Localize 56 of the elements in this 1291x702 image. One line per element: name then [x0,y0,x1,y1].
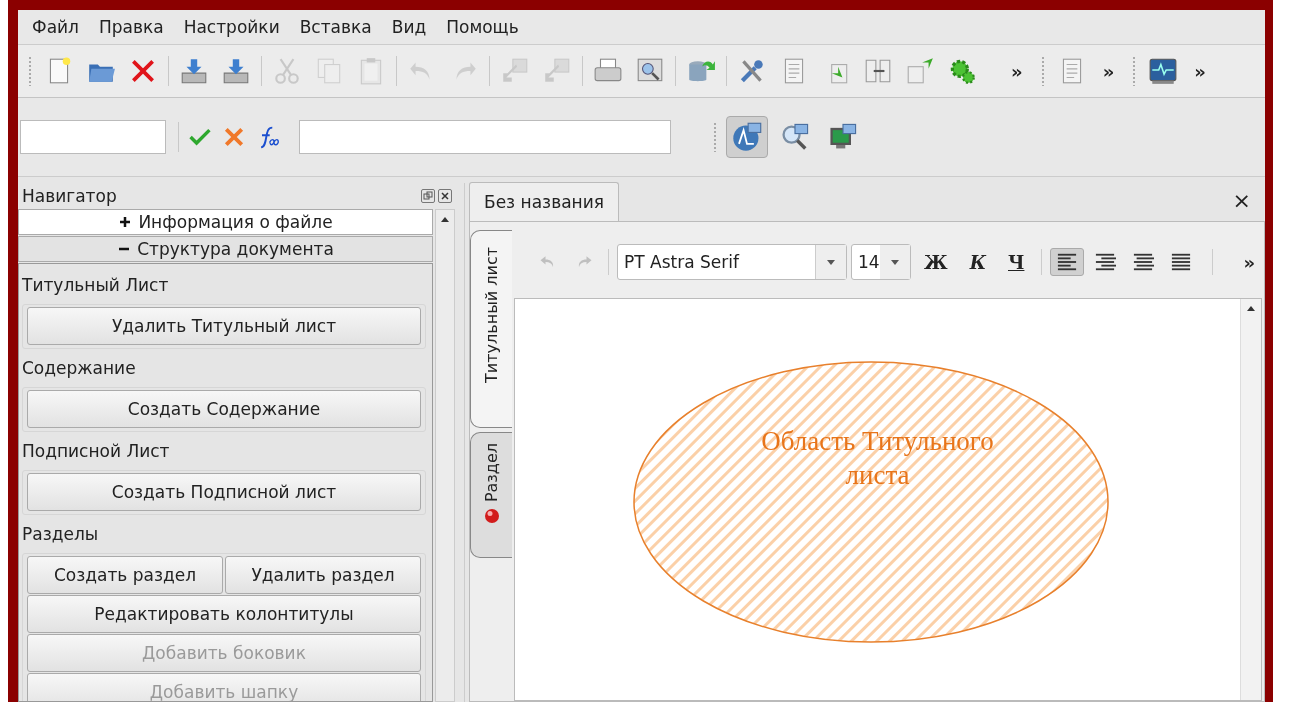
scrollbar[interactable] [1240,299,1261,700]
justify-icon [1170,252,1193,272]
more-button[interactable]: » [1102,60,1115,82]
formula-field[interactable] [299,120,671,154]
close-icon[interactable] [438,189,452,203]
section-header[interactable]: Структура документа [18,236,433,262]
status-dot-icon [483,508,500,525]
float-icon[interactable] [421,189,435,203]
panel-button[interactable]: Удалить Титульный лист [27,307,421,345]
size-combo[interactable]: 14 [851,244,911,280]
style-button[interactable]: К [960,248,995,276]
cancel-icon[interactable] [222,125,246,149]
panel-button[interactable]: Создать Содержание [27,390,421,428]
tray-arrow-icon [179,56,209,86]
menu-item[interactable]: Вид [381,17,437,37]
style-button[interactable]: Ж [915,248,957,276]
menu-item[interactable]: Файл [22,17,89,37]
panel-button[interactable]: Редактировать колонтитулы [27,595,421,633]
side-tab[interactable]: Титульный лист [470,230,512,428]
panel-button[interactable]: Удалить раздел [225,556,421,594]
group-label: Разделы [22,523,100,546]
menu-item[interactable]: Помощь [436,17,529,37]
scrollbar[interactable] [435,209,455,702]
panel-button[interactable]: Создать Подписной лист [27,473,421,511]
view-button[interactable] [726,116,768,158]
document-tab[interactable]: Без названия [469,182,619,221]
chart-icon [731,121,763,153]
menu-item[interactable]: Настройки [173,17,290,37]
arrow-up-icon [905,56,935,86]
tray-arrow-icon [221,56,251,86]
close-icon[interactable]: × [1232,188,1251,213]
panel-title: Навигатор [22,186,118,206]
group-label: Содержание [22,357,137,380]
group-label: Титульный Лист [22,274,170,297]
caret-icon [826,258,836,266]
title-area-label: Область Титульного листа [760,425,995,492]
align-left-icon [1056,252,1079,272]
caret-icon [890,258,900,266]
plus-icon [118,215,133,229]
align-center-icon [1132,252,1155,272]
group-label: Подписной Лист [22,440,171,463]
more-button[interactable]: » [1243,251,1256,273]
name-field[interactable] [20,120,166,154]
menu-item[interactable]: Вставка [289,17,382,37]
align-right-icon [1094,252,1117,272]
font-combo[interactable]: PT Astra Serif [617,244,847,280]
panel-button[interactable]: Создать раздел [27,556,223,594]
menu-item[interactable]: Правка [88,17,174,37]
more-button[interactable]: » [1194,60,1206,82]
monitor-icon [1148,56,1179,86]
align-button[interactable] [1050,248,1085,276]
scissors-icon [272,56,302,86]
section-header[interactable]: Информация о файле [18,209,433,235]
side-tab[interactable]: Раздел [470,432,512,558]
more-button[interactable]: » [1011,60,1023,82]
style-button[interactable]: Ч [999,248,1034,276]
